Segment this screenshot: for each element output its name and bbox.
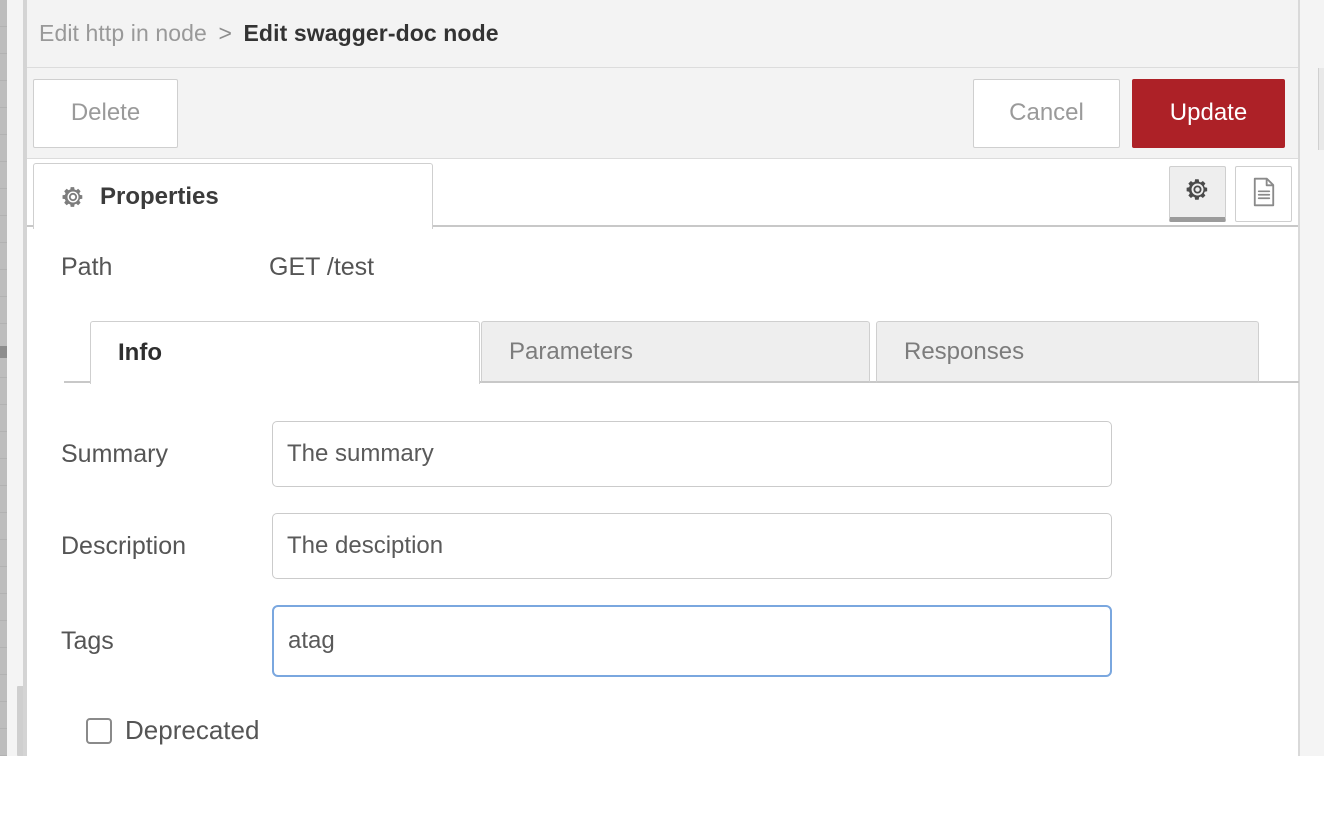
delete-button[interactable]: Delete bbox=[33, 78, 178, 148]
breadcrumb-parent-link[interactable]: Edit http in node bbox=[39, 20, 207, 46]
tab-parameters-label: Parameters bbox=[509, 337, 634, 365]
deprecated-checkbox[interactable] bbox=[86, 717, 112, 744]
tab-parameters[interactable]: Parameters bbox=[481, 321, 870, 383]
info-tabs: Info Parameters Responses bbox=[64, 321, 1299, 384]
tab-properties[interactable]: Properties bbox=[33, 163, 433, 229]
tags-label: Tags bbox=[61, 626, 114, 655]
gear-icon bbox=[1184, 176, 1211, 208]
path-value: GET /test bbox=[269, 253, 375, 281]
cancel-button[interactable]: Cancel bbox=[973, 78, 1120, 148]
deprecated-row: Deprecated bbox=[27, 715, 1298, 746]
description-input[interactable] bbox=[272, 513, 1112, 579]
breadcrumb-current: Edit swagger-doc node bbox=[243, 20, 499, 46]
summary-input[interactable] bbox=[272, 421, 1112, 487]
tab-info-label: Info bbox=[118, 339, 162, 366]
description-label: Description bbox=[61, 531, 187, 560]
tags-input[interactable] bbox=[272, 605, 1112, 677]
dialog-view-toggles bbox=[1169, 166, 1292, 222]
gear-icon bbox=[60, 184, 86, 210]
update-button[interactable]: Update bbox=[1132, 78, 1285, 148]
tab-info[interactable]: Info bbox=[90, 321, 480, 384]
breadcrumb-separator: > bbox=[218, 20, 232, 46]
summary-label: Summary bbox=[61, 439, 168, 468]
description-view-button[interactable] bbox=[1235, 166, 1292, 222]
dialog-tabstrip: Properties bbox=[27, 159, 1298, 229]
breadcrumb: Edit http in node > Edit swagger-doc nod… bbox=[39, 20, 499, 47]
tab-responses-label: Responses bbox=[904, 337, 1025, 365]
dialog-toolbar: Delete Cancel Update bbox=[27, 68, 1298, 159]
editor-dialog-root: Edit http in node > Edit swagger-doc nod… bbox=[0, 0, 1324, 813]
tab-responses[interactable]: Responses bbox=[876, 321, 1259, 383]
workspace-left-gutter bbox=[0, 0, 7, 756]
path-label: Path bbox=[61, 253, 113, 281]
gutter-marker bbox=[0, 346, 7, 358]
summary-row: Summary bbox=[27, 421, 1298, 487]
path-row: Path GET /test bbox=[27, 227, 1298, 282]
tags-row: Tags bbox=[27, 605, 1298, 677]
description-row: Description bbox=[27, 513, 1298, 579]
dialog-header: Edit http in node > Edit swagger-doc nod… bbox=[27, 0, 1298, 68]
edit-node-dialog: Edit http in node > Edit swagger-doc nod… bbox=[27, 0, 1299, 813]
tab-properties-label: Properties bbox=[100, 182, 219, 210]
properties-view-button[interactable] bbox=[1169, 166, 1226, 222]
sidebar-tab-nub[interactable] bbox=[1318, 68, 1324, 150]
description-document-icon bbox=[1250, 177, 1278, 212]
deprecated-label: Deprecated bbox=[125, 715, 260, 745]
dialog-body: Path GET /test Info Parameters Responses… bbox=[27, 227, 1299, 813]
